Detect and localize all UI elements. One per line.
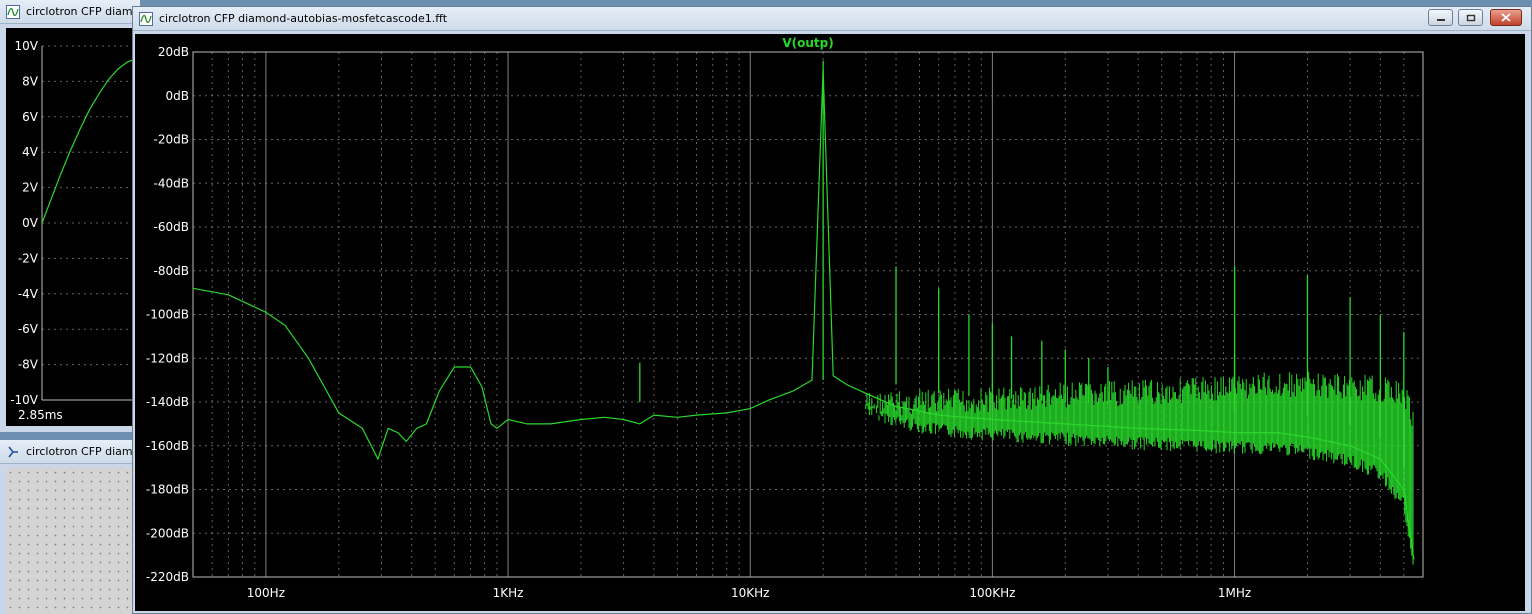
y-tick-label: -60dB: [154, 220, 189, 234]
schematic-window-title: circlotron CFP diam: [26, 445, 133, 458]
y-tick-label: -80dB: [154, 264, 189, 278]
waveform-window[interactable]: circlotron CFP diam 10V 8V 6V 4V 2V 0V -2V -4V -…: [0, 0, 140, 432]
x-tick-label: 100Hz: [247, 586, 285, 600]
maximize-button[interactable]: [1458, 9, 1483, 26]
schematic-icon: [8, 446, 18, 458]
y-tick-label: 20dB: [158, 45, 189, 59]
y-tick-label: 6V: [22, 110, 39, 124]
y-tick-label: -8V: [18, 358, 39, 372]
waveform-window-titlebar[interactable]: circlotron CFP diam: [0, 0, 140, 24]
waveform-plot[interactable]: 10V 8V 6V 4V 2V 0V -2V -4V -6V -8V -10V2.85ms: [6, 28, 136, 426]
waveform-icon: [6, 5, 20, 19]
y-tick-label: -4V: [18, 287, 39, 301]
fft-window-titlebar[interactable]: circlotron CFP diamond-autobias-mosfetca…: [133, 7, 1531, 31]
y-tick-label: 4V: [22, 145, 39, 159]
x-tick-label: 10KHz: [731, 586, 769, 600]
maximize-icon: [1466, 14, 1475, 21]
fft-window[interactable]: circlotron CFP diamond-autobias-mosfetca…: [132, 6, 1532, 614]
close-button[interactable]: [1490, 9, 1522, 26]
y-tick-label: -100dB: [146, 308, 189, 322]
x-tick-label: 2.85ms: [18, 408, 63, 422]
x-tick-label: 1KHz: [493, 586, 524, 600]
y-tick-label: 0V: [22, 216, 39, 230]
y-tick-label: -2V: [18, 251, 39, 265]
y-tick-label: -120dB: [146, 351, 189, 365]
y-tick-label: -10V: [10, 393, 39, 407]
y-tick-label: 8V: [22, 74, 39, 88]
y-tick-label: 2V: [22, 181, 39, 195]
fft-plot[interactable]: 20dB 0dB -20dB -40dB -60dB -80dB -100dB -120dB -…: [135, 34, 1525, 611]
schematic-window[interactable]: circlotron CFP diam: [0, 440, 140, 614]
x-tick-label: 100KHz: [969, 586, 1015, 600]
minimize-button[interactable]: [1428, 9, 1453, 26]
x-tick-label: 1MHz: [1218, 586, 1251, 600]
y-tick-label: -20dB: [154, 133, 189, 147]
waveform-window-title: circlotron CFP diam: [26, 5, 133, 18]
y-tick-label: -180dB: [146, 483, 189, 497]
y-tick-label: -220dB: [146, 570, 189, 584]
y-tick-label: -160dB: [146, 439, 189, 453]
schematic-canvas[interactable]: [6, 468, 140, 614]
y-tick-label: -6V: [18, 322, 39, 336]
minimize-icon: [1436, 18, 1445, 21]
fft-window-title: circlotron CFP diamond-autobias-mosfetca…: [159, 12, 448, 25]
y-tick-label: 10V: [15, 39, 39, 53]
waveform-icon: [139, 12, 153, 26]
y-tick-label: -200dB: [146, 526, 189, 540]
trace-label: V(outp): [782, 36, 833, 50]
y-tick-label: -40dB: [154, 176, 189, 190]
plot-background: [135, 34, 1525, 611]
y-tick-label: 0dB: [166, 89, 189, 103]
close-icon: [1501, 13, 1511, 22]
schematic-window-titlebar[interactable]: circlotron CFP diam: [0, 440, 140, 464]
y-tick-label: -140dB: [146, 395, 189, 409]
